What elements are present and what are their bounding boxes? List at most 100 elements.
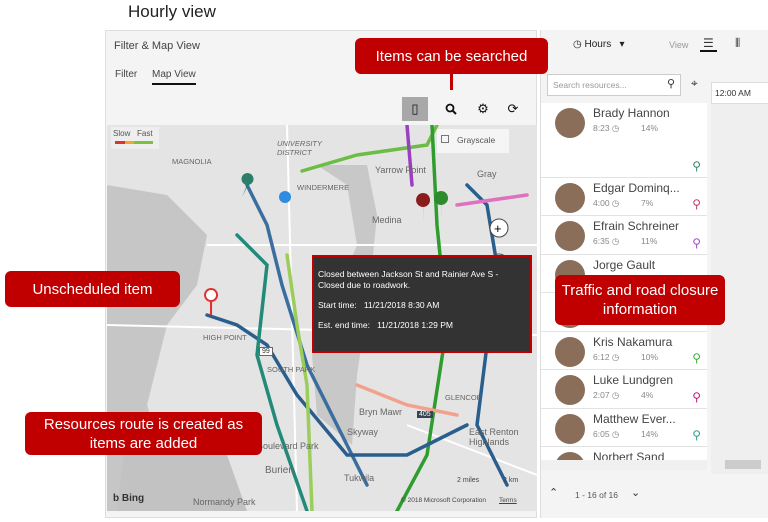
map-pin-icon[interactable]: ⚲ — [692, 351, 701, 365]
end-time-value: 11/21/2018 1:29 PM — [377, 320, 453, 330]
hours-dropdown[interactable]: ◷ Hours ▾ — [573, 39, 625, 50]
callout-unscheduled: Unscheduled item — [5, 271, 180, 307]
resource-row[interactable]: Edgar Dominq... 4:00 ◷ 7% ⚲ — [541, 178, 707, 216]
resource-hours: 4:00 ◷ — [593, 198, 620, 208]
map-pin-icon[interactable]: ⚲ — [692, 159, 701, 173]
map-label: Medina — [372, 215, 402, 225]
search-button[interactable] — [438, 97, 464, 121]
bing-logo: b Bing — [113, 493, 145, 504]
resource-hours: 6:12 ◷ — [593, 352, 620, 362]
avatar — [555, 183, 585, 213]
map-pin-icon[interactable]: ⌖ — [691, 76, 698, 91]
page-down-button[interactable]: ⌄ — [631, 486, 640, 499]
map-label: Tukwila — [344, 473, 375, 483]
tab-filter[interactable]: Filter — [115, 69, 137, 80]
resource-name: Edgar Dominq... — [593, 181, 680, 195]
avatar — [555, 221, 585, 251]
resources-panel: ‹ ◷ Hours ▾ View ☰ ⦀ Search resources...… — [540, 30, 768, 518]
map-pin-icon[interactable]: ⚲ — [692, 236, 701, 250]
search-icon — [445, 103, 457, 115]
resource-utilization: 10% — [641, 352, 659, 362]
tooltip-line: Closed between Jackson St and Rainier Av… — [318, 269, 499, 279]
page-title: Hourly view — [128, 2, 216, 21]
callout-traffic: Traffic and road closure information — [555, 275, 725, 325]
map-label: SOUTH PARK — [267, 365, 316, 374]
map-pin-icon[interactable]: ⚲ — [692, 197, 701, 211]
highway-shield: 405 — [417, 411, 433, 418]
avatar — [555, 108, 585, 138]
resource-row[interactable]: Matthew Ever... 6:05 ◷ 14% ⚲ — [541, 409, 707, 447]
callout-search: Items can be searched — [355, 38, 548, 74]
search-resources-input[interactable]: Search resources... ⚲ — [547, 74, 681, 96]
resource-row[interactable]: Efrain Schreiner 6:35 ◷ 11% ⚲ — [541, 216, 707, 255]
end-time-label: Est. end time: — [318, 320, 370, 330]
map-label: Burien — [265, 465, 294, 476]
gear-icon: ⚙ — [477, 101, 489, 116]
scale-km: 2 km — [503, 477, 519, 484]
resource-row[interactable]: Luke Lundgren 2:07 ◷ 4% ⚲ — [541, 370, 707, 409]
pagination-text: 1 - 16 of 16 — [575, 490, 619, 500]
map-label: HIGH POINT — [203, 333, 247, 342]
legend-fast: Fast — [137, 129, 153, 138]
scale-miles: 2 miles — [457, 477, 480, 484]
copyright: © 2018 Microsoft Corporation — [401, 497, 486, 504]
avatar — [555, 375, 585, 405]
map-pin-icon[interactable]: ⚲ — [692, 390, 701, 404]
resource-row[interactable]: Brady Hannon 8:23 ◷ 14% ⚲ — [541, 103, 707, 178]
traffic-light-icon: ▯ — [411, 101, 419, 116]
callout-route: Resources route is created as items are … — [25, 412, 262, 455]
resource-hours: 6:35 ◷ — [593, 236, 620, 246]
map-pin-icon[interactable]: ⚲ — [692, 428, 701, 442]
map-label: Skyway — [347, 427, 379, 437]
svg-text:+: + — [494, 221, 502, 236]
panel-title: Filter & Map View — [114, 40, 200, 52]
tab-map-view[interactable]: Map View — [152, 69, 196, 85]
resource-hours: 6:05 ◷ — [593, 429, 620, 439]
map-label: Boulevard Park — [257, 441, 319, 451]
map-label: Yarrow Point — [375, 165, 426, 175]
avatar — [555, 414, 585, 444]
resource-row[interactable]: Kris Nakamura 6:12 ◷ 10% ⚲ — [541, 332, 707, 370]
timeline-header: 12:00 AM — [711, 82, 768, 104]
tooltip-line: Closed due to roadwork. — [318, 280, 411, 290]
resource-utilization: 4% — [641, 390, 654, 400]
timeline-scrollbar-thumb[interactable] — [725, 460, 761, 469]
gantt-view-icon[interactable]: ⦀ — [735, 36, 740, 51]
resource-name: Efrain Schreiner — [593, 219, 680, 233]
legend-slow: Slow — [113, 129, 131, 138]
resource-hours: 2:07 ◷ — [593, 390, 620, 400]
map-label: East Renton Highlands — [469, 427, 519, 447]
resource-name: Matthew Ever... — [593, 412, 676, 426]
horizontal-scrollbar[interactable] — [541, 460, 707, 470]
resource-utilization: 14% — [641, 123, 659, 133]
resource-utilization: 14% — [641, 429, 659, 439]
callout-arrow — [450, 74, 453, 90]
refresh-button[interactable]: ⟳ — [500, 97, 526, 121]
resource-utilization: 11% — [641, 236, 658, 246]
resource-hours: 8:23 ◷ — [593, 123, 620, 133]
terms-link[interactable]: Terms — [499, 497, 517, 504]
resource-name: Jorge Gault — [593, 258, 656, 272]
settings-button[interactable]: ⚙ — [470, 97, 496, 121]
start-time-label: Start time: — [318, 300, 357, 310]
view-label: View — [669, 40, 689, 50]
grayscale-toggle[interactable]: Grayscale — [437, 129, 509, 153]
map-label: MAGNOLIA — [172, 157, 212, 166]
map-label: Gray — [477, 169, 497, 179]
resource-row[interactable]: Norbert Sand — [541, 447, 707, 461]
grayscale-label: Grayscale — [457, 135, 496, 145]
page-up-button[interactable]: ⌃ — [549, 486, 558, 499]
highway-shield: 99 — [259, 347, 273, 356]
resource-utilization: 7% — [641, 198, 654, 208]
traffic-toggle-button[interactable]: ▯ — [402, 97, 428, 121]
map-label: Normandy Park — [193, 497, 256, 507]
map-label: Bryn Mawr — [359, 407, 403, 417]
list-view-icon[interactable]: ☰ — [700, 36, 717, 52]
search-icon: ⚲ — [666, 78, 675, 90]
resource-name: Brady Hannon — [593, 106, 670, 120]
checkbox-icon — [441, 135, 449, 143]
start-time-value: 11/21/2018 8:30 AM — [363, 300, 440, 310]
resource-name: Kris Nakamura — [593, 335, 673, 349]
map-label: WINDERMERE — [297, 183, 350, 192]
map-label: UNIVERSITY DISTRICT — [277, 139, 322, 157]
